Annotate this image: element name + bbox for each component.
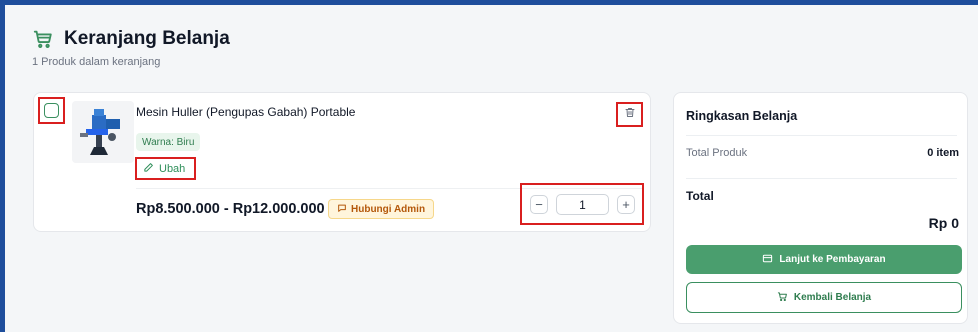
- pencil-icon: [143, 160, 154, 178]
- shopping-cart-icon: [777, 289, 788, 307]
- trash-icon: [624, 106, 636, 124]
- item-select-checkbox[interactable]: [44, 103, 59, 118]
- variant-badge: Warna: Biru: [136, 133, 201, 151]
- shopping-cart-icon: [32, 28, 54, 50]
- checkout-button[interactable]: Lanjut ke Pembayaran: [686, 245, 962, 274]
- contact-admin-label: Hubungi Admin: [351, 203, 426, 215]
- continue-shopping-button[interactable]: Kembali Belanja: [686, 282, 962, 313]
- contact-admin-button[interactable]: Hubungi Admin: [328, 199, 435, 219]
- quantity-input[interactable]: [556, 194, 609, 215]
- total-value: Rp 0: [928, 215, 959, 231]
- product-image: [72, 101, 134, 163]
- title-row: Keranjang Belanja: [32, 28, 230, 50]
- page-subtitle: 1 Produk dalam keranjang: [32, 56, 161, 68]
- cart-item-card: Mesin Huller (Pengupas Gabah) Portable W…: [33, 92, 651, 232]
- page-header: Keranjang Belanja 1 Produk dalam keranja…: [32, 28, 230, 68]
- window-border-left: [0, 0, 5, 332]
- summary-divider: [686, 178, 957, 179]
- order-summary-card: Ringkasan Belanja Total Produk 0 item To…: [673, 92, 968, 324]
- summary-divider: [686, 135, 957, 136]
- edit-variant-button[interactable]: Ubah: [135, 157, 196, 180]
- delete-item-button[interactable]: [616, 102, 643, 127]
- quantity-stepper: − +: [520, 183, 644, 225]
- total-products-label: Total Produk: [686, 147, 748, 159]
- product-thumbnail[interactable]: [72, 101, 134, 163]
- total-label: Total: [686, 189, 714, 203]
- continue-shopping-label: Kembali Belanja: [793, 292, 872, 303]
- summary-title: Ringkasan Belanja: [686, 109, 798, 123]
- decrement-button[interactable]: −: [530, 195, 548, 214]
- page-title: Keranjang Belanja: [64, 28, 230, 49]
- product-name[interactable]: Mesin Huller (Pengupas Gabah) Portable: [136, 105, 355, 119]
- checkout-label: Lanjut ke Pembayaran: [779, 254, 886, 265]
- price-range: Rp8.500.000 - Rp12.000.000: [136, 201, 325, 217]
- chat-icon: [337, 200, 347, 218]
- increment-button[interactable]: +: [617, 195, 635, 214]
- credit-card-icon: [762, 251, 773, 269]
- total-products-value: 0 item: [927, 147, 959, 159]
- edit-label: Ubah: [159, 162, 186, 175]
- window-border-top: [0, 0, 978, 5]
